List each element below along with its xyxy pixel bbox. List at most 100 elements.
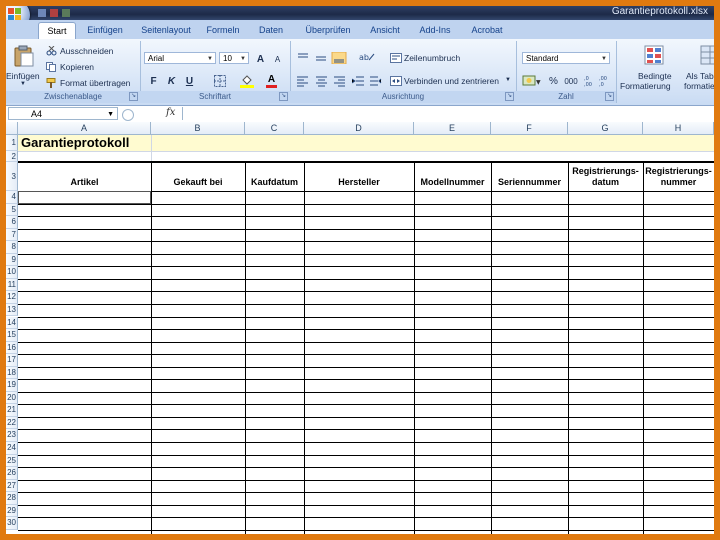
table-row[interactable]	[18, 204, 714, 217]
table-row[interactable]	[18, 379, 714, 392]
table-row[interactable]	[18, 404, 714, 417]
column-title-4[interactable]: Hersteller	[304, 162, 414, 191]
column-title-2[interactable]: Gekauft bei	[151, 162, 245, 191]
format-painter-button[interactable]: Format übertragen	[60, 78, 130, 88]
number-launcher-icon[interactable]: ↘	[605, 92, 614, 101]
tab-ansicht[interactable]: Ansicht	[362, 22, 408, 39]
tab-einfuegen[interactable]: Einfügen	[78, 22, 132, 39]
table-row[interactable]	[18, 480, 714, 493]
font-launcher-icon[interactable]: ↘	[279, 92, 288, 101]
format-as-table-icon[interactable]	[700, 45, 714, 67]
alignment-launcher-icon[interactable]: ↘	[505, 92, 514, 101]
select-all-corner[interactable]	[6, 122, 18, 135]
wrap-text-button[interactable]: Zeilenumbruch	[404, 53, 460, 63]
row-header-21[interactable]: 21	[6, 404, 18, 417]
tab-seitenlayout[interactable]: Seitenlayout	[134, 22, 198, 39]
column-header-h[interactable]: H	[643, 122, 714, 135]
column-title-7[interactable]: Registrierungs- datum	[568, 162, 643, 191]
tab-start[interactable]: Start	[38, 22, 76, 40]
number-format-select[interactable]: Standard ▼	[522, 52, 610, 64]
border-icon[interactable]	[214, 75, 226, 87]
row-header-28[interactable]: 28	[6, 492, 18, 505]
row-header-27[interactable]: 27	[6, 479, 18, 493]
tab-acrobat[interactable]: Acrobat	[462, 22, 512, 39]
column-title-1[interactable]: Artikel	[18, 162, 151, 191]
table-row[interactable]	[18, 517, 714, 530]
row-header-16[interactable]: 16	[6, 341, 18, 355]
shrink-font-button[interactable]: A	[270, 51, 285, 66]
row-header-26[interactable]: 26	[6, 467, 18, 480]
row-header-25[interactable]: 25	[6, 454, 18, 468]
clipboard-launcher-icon[interactable]: ↘	[129, 92, 138, 101]
row-header-18[interactable]: 18	[6, 366, 18, 380]
table-row[interactable]	[18, 467, 714, 480]
row-header-17[interactable]: 17	[6, 354, 18, 367]
table-row[interactable]	[18, 342, 714, 355]
bold-button[interactable]: F	[146, 73, 161, 88]
name-box[interactable]: A4 ▼	[8, 107, 118, 120]
table-row[interactable]	[18, 329, 714, 342]
column-header-c[interactable]: C	[245, 122, 304, 135]
currency-icon[interactable]: ▼	[522, 74, 542, 88]
table-row[interactable]	[18, 216, 714, 229]
row-header-6[interactable]: 6	[6, 216, 18, 229]
table-row[interactable]	[18, 354, 714, 367]
thousands-button[interactable]: 000	[562, 73, 580, 88]
indent-icons[interactable]	[352, 75, 382, 87]
column-header-e[interactable]: E	[414, 122, 491, 135]
percent-button[interactable]: %	[546, 73, 561, 88]
column-header-d[interactable]: D	[304, 122, 414, 135]
row-header-10[interactable]: 10	[6, 266, 18, 279]
table-row[interactable]	[18, 455, 714, 468]
column-header-b[interactable]: B	[151, 122, 245, 135]
table-row[interactable]	[18, 279, 714, 292]
row-header-30[interactable]: 30	[6, 517, 18, 530]
tab-add-ins[interactable]: Add-Ins	[412, 22, 458, 39]
formula-input[interactable]	[182, 107, 714, 120]
row-header-5[interactable]: 5	[6, 203, 18, 217]
column-header-a[interactable]: A	[18, 122, 151, 135]
orientation-icon[interactable]: ab	[358, 51, 376, 63]
table-row[interactable]	[18, 429, 714, 442]
row-header-24[interactable]: 24	[6, 442, 18, 455]
table-row[interactable]	[18, 317, 714, 330]
column-title-3[interactable]: Kaufdatum	[245, 162, 304, 191]
selected-cell-a4[interactable]	[18, 191, 151, 204]
fill-color-icon[interactable]	[240, 74, 254, 88]
table-row[interactable]	[18, 304, 714, 317]
horizontal-align-icons[interactable]	[296, 75, 356, 87]
row-header-12[interactable]: 12	[6, 291, 18, 304]
row-header-8[interactable]: 8	[6, 241, 18, 254]
format-as-table-label-2[interactable]: formatie	[684, 81, 714, 91]
cut-button[interactable]: Ausschneiden	[60, 46, 113, 56]
tab-ueberpruefen[interactable]: Überprüfen	[298, 22, 358, 39]
merge-center-button[interactable]: Verbinden und zentrieren	[404, 76, 499, 86]
row-header-11[interactable]: 11	[6, 278, 18, 292]
row-header-14[interactable]: 14	[6, 316, 18, 330]
table-row[interactable]	[18, 229, 714, 242]
sheet-title[interactable]: Garantieprotokoll	[21, 135, 129, 151]
table-row[interactable]	[18, 417, 714, 430]
row-header-29[interactable]: 29	[6, 504, 18, 518]
function-icon[interactable]: fx	[166, 107, 175, 118]
office-button[interactable]	[6, 6, 30, 20]
grow-font-button[interactable]: A	[253, 51, 268, 66]
column-title-6[interactable]: Seriennummer	[491, 162, 568, 191]
table-row[interactable]	[18, 266, 714, 279]
decimal-icons[interactable]: ,0,00 ,00,0	[584, 74, 612, 87]
row-header-23[interactable]: 23	[6, 429, 18, 442]
font-size-select[interactable]: 10 ▼	[219, 52, 249, 64]
spreadsheet-grid[interactable]: A B C D E F G H 1 2 3 4 5 6 7 8 9 10 11 12 13 14 15 16 17 18 19 20 2…	[6, 122, 714, 534]
table-row[interactable]	[18, 505, 714, 518]
row-header-3[interactable]: 3	[6, 162, 18, 191]
table-row[interactable]	[18, 367, 714, 380]
row-header-1[interactable]: 1	[6, 135, 18, 151]
row-header-15[interactable]: 15	[6, 329, 18, 342]
format-as-table-label-1[interactable]: Als Tab	[686, 71, 714, 81]
table-row[interactable]	[18, 241, 714, 254]
column-title-8[interactable]: Registrierungs- nummer	[643, 162, 714, 191]
chevron-down-icon[interactable]: ▼	[505, 77, 511, 83]
tab-formeln[interactable]: Formeln	[200, 22, 246, 39]
row-header-9[interactable]: 9	[6, 253, 18, 267]
table-row[interactable]	[18, 492, 714, 505]
